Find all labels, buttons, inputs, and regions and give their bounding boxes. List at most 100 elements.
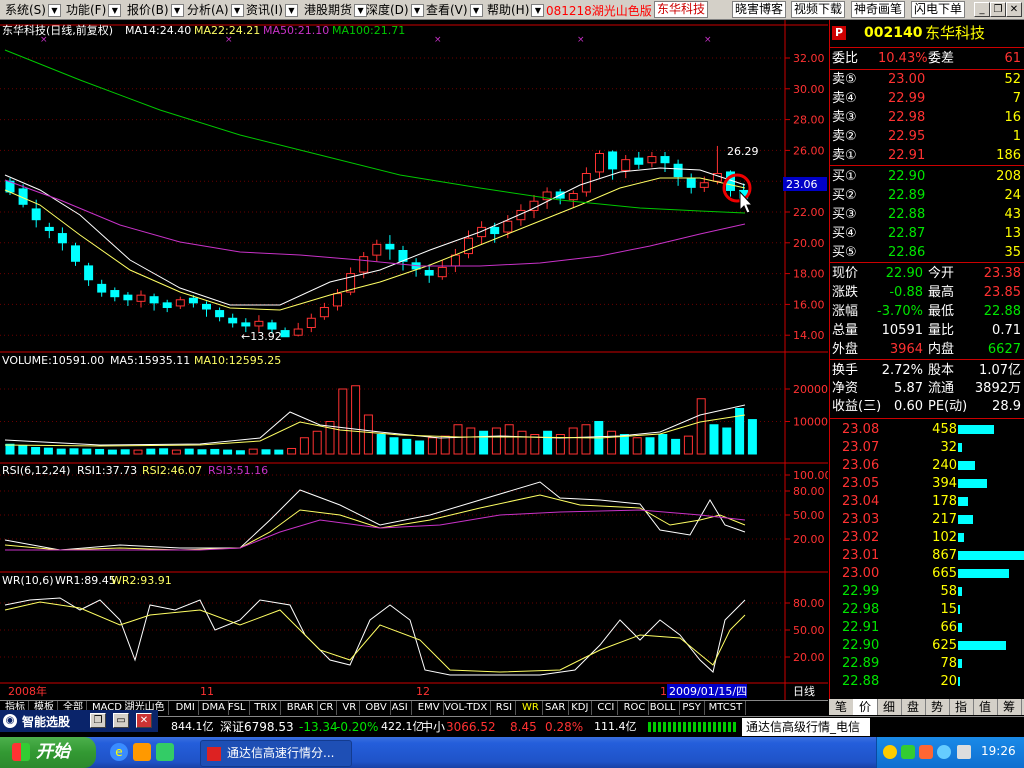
tab-wr[interactable]: WR bbox=[519, 701, 543, 715]
signal-bars-icon bbox=[648, 722, 736, 732]
windows-logo-icon bbox=[12, 743, 30, 761]
tab-boll[interactable]: BOLL bbox=[647, 701, 680, 715]
volume-bar bbox=[338, 388, 348, 455]
menu-item[interactable]: 帮助(H) ▼ bbox=[487, 1, 545, 18]
close-button[interactable]: ✕ bbox=[1006, 2, 1022, 17]
info-row: 收益(三) 0.60 PE(动) 28.9 bbox=[830, 398, 1024, 416]
menu-item[interactable]: 深度(D) ▼ bbox=[366, 1, 424, 18]
picker-min-button[interactable]: ▭ bbox=[113, 713, 129, 728]
minimize-button[interactable]: _ bbox=[974, 2, 990, 17]
volume-icon[interactable] bbox=[957, 745, 971, 759]
tab-obv[interactable]: OBV bbox=[362, 701, 391, 715]
menu-item[interactable]: 分析(A) ▼ bbox=[187, 1, 244, 18]
tab-sar[interactable]: SAR bbox=[542, 701, 570, 715]
quicklaunch-media-icon[interactable] bbox=[133, 743, 151, 761]
tray-icon-1[interactable] bbox=[883, 745, 897, 759]
tab-rsi[interactable]: RSI bbox=[493, 701, 517, 715]
tab-vr[interactable]: VR bbox=[339, 701, 361, 715]
tab-psy[interactable]: PSY bbox=[679, 701, 705, 715]
volume-bar bbox=[453, 424, 463, 455]
picker-close-button[interactable]: ✕ bbox=[136, 713, 152, 728]
tab-mtcst[interactable]: MTCST bbox=[706, 701, 747, 715]
tab-brar[interactable]: BRAR bbox=[284, 701, 318, 715]
server-label[interactable]: 通达信高级行情_电信4 bbox=[742, 718, 870, 752]
info-label: 换手 bbox=[832, 363, 859, 378]
tray-icon-3[interactable] bbox=[919, 745, 933, 759]
kline-chart[interactable]: 32.0030.0028.0026.0024.0022.0020.0018.00… bbox=[0, 20, 832, 700]
bid-label: 买① bbox=[832, 169, 857, 184]
price-tick-label: 18.00 bbox=[793, 268, 825, 281]
tab-dmi[interactable]: DMI bbox=[173, 701, 199, 715]
candle-body bbox=[71, 245, 80, 262]
right-tab[interactable]: 势 bbox=[925, 699, 950, 715]
restore-button[interactable]: ❐ bbox=[990, 2, 1006, 17]
right-tab[interactable]: 值 bbox=[973, 699, 998, 715]
candle-body bbox=[424, 270, 434, 276]
right-tab[interactable]: 盘 bbox=[901, 699, 926, 715]
ask-volume: 7 bbox=[1012, 91, 1021, 106]
menu-item[interactable]: 系统(S) ▼ bbox=[5, 1, 61, 18]
right-tab[interactable]: 指 bbox=[949, 699, 974, 715]
right-tab[interactable]: 价 bbox=[853, 699, 878, 715]
magic-pen-link[interactable]: 神奇画笔 bbox=[851, 1, 906, 18]
rsi-tick-label: 80.00 bbox=[793, 485, 825, 498]
stat-row: 涨跌 -0.88 最高 23.85 bbox=[830, 284, 1024, 302]
depth-price: 23.01 bbox=[842, 548, 880, 563]
tab-cci[interactable]: CCI bbox=[594, 701, 619, 715]
smart-picker-bar[interactable]: ◉ 智能选股 ❐ ▭ ✕ bbox=[0, 710, 158, 732]
depth-price: 23.07 bbox=[842, 440, 880, 455]
wr2-label: WR2:93.91 bbox=[111, 574, 172, 587]
menu-item[interactable]: 资讯(I) ▼ bbox=[246, 1, 298, 18]
depth-bar bbox=[958, 461, 975, 470]
candle-body bbox=[149, 296, 159, 304]
candle-body bbox=[110, 290, 120, 298]
tray-icon-4[interactable] bbox=[937, 745, 951, 759]
bid-volume: 35 bbox=[1004, 245, 1021, 260]
clock: 19:26 bbox=[981, 744, 1016, 758]
ask-price: 22.99 bbox=[888, 91, 926, 106]
current-stock-link[interactable]: 东华科技 bbox=[654, 1, 709, 18]
quick-order-link[interactable]: 闪电下单 bbox=[911, 1, 966, 18]
start-button[interactable]: 开始 bbox=[0, 737, 96, 768]
tab-fsl[interactable]: FSL bbox=[225, 701, 250, 715]
volume-bar bbox=[619, 434, 629, 455]
task-button-tdx[interactable]: 通达信高速行情分... bbox=[200, 740, 352, 767]
right-tab[interactable]: 笔 bbox=[829, 699, 854, 715]
blog-link[interactable]: 晓害博客 bbox=[732, 1, 787, 18]
candle-body bbox=[503, 220, 513, 233]
volume-bar bbox=[223, 449, 233, 455]
ma100-label: MA100:21.71 bbox=[332, 24, 405, 37]
right-tab[interactable]: 细 bbox=[877, 699, 902, 715]
picker-restore-button[interactable]: ❐ bbox=[90, 713, 106, 728]
tab-cr[interactable]: CR bbox=[316, 701, 338, 715]
tab-roc[interactable]: ROC bbox=[621, 701, 650, 715]
menu-item[interactable]: 报价(B) ▼ bbox=[127, 1, 184, 18]
ticker-text: 081218湖光山色版 bbox=[546, 4, 652, 18]
depth-volume: 102 bbox=[932, 530, 957, 545]
candle-body bbox=[293, 328, 303, 336]
tab-asi[interactable]: ASI bbox=[389, 701, 412, 715]
right-tab[interactable]: 筹 bbox=[997, 699, 1022, 715]
chart-area[interactable]: 32.0030.0028.0026.0024.0022.0020.0018.00… bbox=[0, 20, 832, 700]
stat-label: 今开 bbox=[928, 266, 955, 281]
candle-body bbox=[319, 306, 329, 318]
candle-body bbox=[306, 317, 316, 329]
candle-body bbox=[188, 297, 198, 304]
video-download-link[interactable]: 视频下载 bbox=[791, 1, 846, 18]
depth-volume: 32 bbox=[940, 440, 957, 455]
info-label: 收益(三) bbox=[832, 399, 882, 414]
stat-value: -0.88 bbox=[889, 285, 923, 300]
tray-icon-2[interactable] bbox=[901, 745, 915, 759]
quicklaunch-app-icon[interactable] bbox=[156, 743, 174, 761]
menu-item[interactable]: 港股期货 ▼ bbox=[304, 1, 368, 18]
tab-kdj[interactable]: KDJ bbox=[568, 701, 593, 715]
tab-vol-tdx[interactable]: VOL-TDX bbox=[441, 701, 492, 715]
quicklaunch-ie-icon[interactable]: e bbox=[110, 743, 128, 761]
menu-item[interactable]: 功能(F) ▼ bbox=[66, 1, 122, 18]
candle-body bbox=[44, 226, 54, 231]
candle-body bbox=[621, 159, 631, 171]
tab-emv[interactable]: EMV bbox=[415, 701, 444, 715]
menu-item[interactable]: 查看(V) ▼ bbox=[426, 1, 483, 18]
zx-pct: 0.28% bbox=[545, 720, 584, 734]
tab-trix[interactable]: TRIX bbox=[251, 701, 282, 715]
